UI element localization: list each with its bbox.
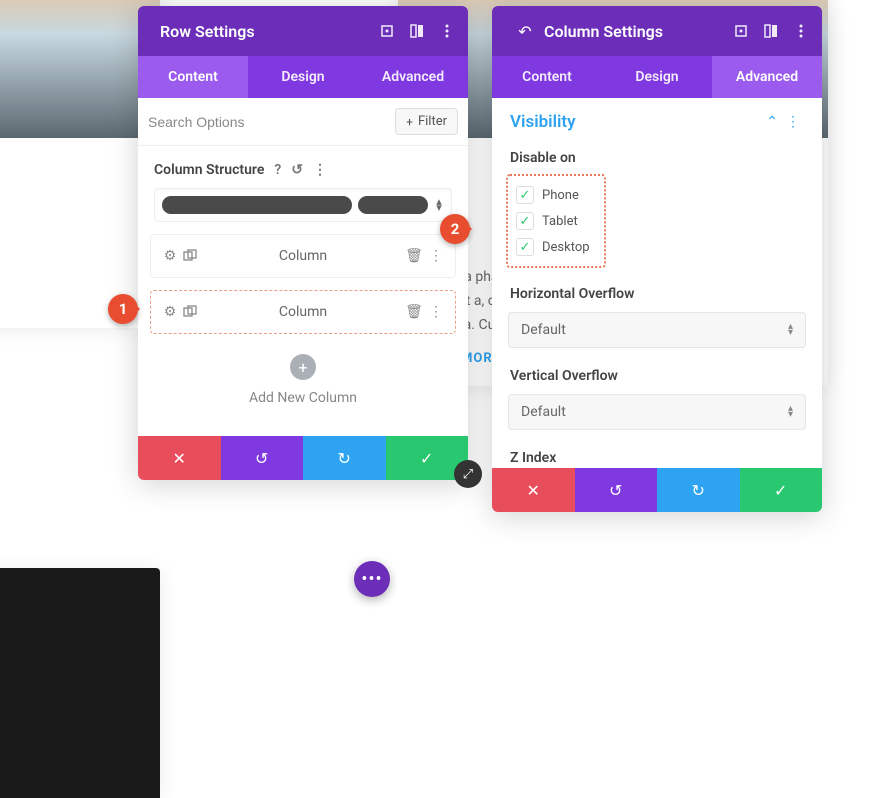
disable-on-group: ✓ Phone ✓ Tablet ✓ Desktop bbox=[506, 174, 606, 268]
resize-handle-icon[interactable]: ⤢ bbox=[454, 460, 482, 488]
panel-header: Row Settings bbox=[138, 6, 468, 56]
h-overflow-select[interactable]: Default ▴▾ bbox=[508, 312, 806, 348]
redo-button[interactable]: ↻ bbox=[303, 436, 386, 480]
checkbox[interactable]: ✓ bbox=[516, 238, 534, 256]
add-column-label: Add New Column bbox=[138, 390, 468, 406]
panel-footer: ✕ ↺ ↻ ✓ bbox=[138, 436, 468, 480]
v-overflow-label: Vertical Overflow bbox=[492, 358, 822, 388]
snap-icon[interactable] bbox=[762, 22, 780, 40]
tab-design[interactable]: Design bbox=[248, 56, 358, 98]
help-icon[interactable]: ? bbox=[274, 162, 281, 178]
tab-content[interactable]: Content bbox=[492, 56, 602, 98]
column-settings-panel: ↶ Column Settings Content Design Advance… bbox=[492, 6, 822, 512]
group-header: Visibility ⌃ ⋮ bbox=[492, 98, 822, 140]
more-icon[interactable]: ⋮ bbox=[313, 162, 327, 178]
duplicate-icon[interactable] bbox=[183, 249, 201, 263]
checkbox-label: Desktop bbox=[542, 240, 590, 255]
blog-card-left: Gain More Clien Nov 20, 2019 | Busine su… bbox=[0, 0, 160, 328]
delete-icon[interactable]: 🗑 bbox=[405, 248, 423, 264]
disable-on-label: Disable on bbox=[492, 140, 822, 170]
search-row: + Filter bbox=[138, 98, 468, 146]
checkbox[interactable]: ✓ bbox=[516, 186, 534, 204]
column-item[interactable]: ⚙ Column 🗑 ⋮ bbox=[150, 290, 456, 334]
chevron-updown-icon: ▴▾ bbox=[788, 406, 793, 418]
select-value: Default bbox=[521, 322, 788, 338]
duplicate-icon[interactable] bbox=[183, 305, 201, 319]
column-item[interactable]: ⚙ Column 🗑 ⋮ bbox=[150, 234, 456, 278]
chevron-updown-icon: ▴▾ bbox=[788, 324, 793, 336]
panel-header: ↶ Column Settings bbox=[492, 6, 822, 56]
card-image bbox=[0, 568, 160, 798]
panel-title: Column Settings bbox=[536, 22, 732, 41]
checkbox-label: Phone bbox=[542, 188, 579, 203]
tabs: Content Design Advanced bbox=[492, 56, 822, 98]
zindex-label: Z Index bbox=[492, 440, 822, 468]
section-label-text: Column Structure bbox=[154, 162, 264, 178]
collapse-icon[interactable]: ⌃ bbox=[762, 114, 782, 130]
more-icon[interactable] bbox=[438, 22, 456, 40]
card-meta: Nov 20, 2019 | Busine bbox=[0, 183, 160, 208]
back-icon[interactable]: ↶ bbox=[514, 22, 536, 41]
annotation-marker-1: 1 bbox=[108, 294, 138, 324]
disable-tablet: ✓ Tablet bbox=[514, 208, 598, 234]
cancel-button[interactable]: ✕ bbox=[492, 468, 575, 512]
expand-icon[interactable] bbox=[732, 22, 750, 40]
checkbox[interactable]: ✓ bbox=[516, 212, 534, 230]
card-body: sum dolor sit amet, r accumsan tincidun … bbox=[0, 208, 160, 293]
column-structure-selector[interactable]: ▴▾ bbox=[154, 188, 452, 222]
group-title: Visibility bbox=[510, 112, 762, 132]
reset-icon[interactable]: ↺ bbox=[291, 162, 303, 178]
gear-icon[interactable]: ⚙ bbox=[161, 304, 179, 320]
disable-desktop: ✓ Desktop bbox=[514, 234, 598, 260]
card-title: Gain More Clien bbox=[0, 138, 160, 183]
add-column-button[interactable]: + bbox=[290, 354, 316, 380]
row-settings-panel: Row Settings Content Design Advanced + Fi… bbox=[138, 6, 468, 480]
column-label: Column bbox=[201, 248, 405, 264]
struct-bar bbox=[358, 196, 428, 214]
delete-icon[interactable]: 🗑 bbox=[405, 304, 423, 320]
tabs: Content Design Advanced bbox=[138, 56, 468, 98]
select-value: Default bbox=[521, 404, 788, 420]
filter-button[interactable]: + Filter bbox=[395, 108, 458, 135]
cancel-button[interactable]: ✕ bbox=[138, 436, 221, 480]
tab-design[interactable]: Design bbox=[602, 56, 712, 98]
tab-content[interactable]: Content bbox=[138, 56, 248, 98]
gear-icon[interactable]: ⚙ bbox=[161, 248, 179, 264]
plus-icon: + bbox=[406, 115, 413, 129]
column-label: Column bbox=[201, 304, 405, 320]
more-icon[interactable]: ⋮ bbox=[427, 304, 445, 320]
undo-button[interactable]: ↺ bbox=[221, 436, 304, 480]
undo-button[interactable]: ↺ bbox=[575, 468, 658, 512]
more-icon[interactable] bbox=[792, 22, 810, 40]
panel-footer: ✕ ↺ ↻ ✓ bbox=[492, 468, 822, 512]
column-structure-label: Column Structure ? ↺ ⋮ bbox=[138, 146, 468, 188]
struct-bar bbox=[162, 196, 352, 214]
redo-button[interactable]: ↻ bbox=[657, 468, 740, 512]
checkbox-label: Tablet bbox=[542, 214, 578, 229]
snap-icon[interactable] bbox=[408, 22, 426, 40]
tab-advanced[interactable]: Advanced bbox=[712, 56, 822, 98]
confirm-button[interactable]: ✓ bbox=[740, 468, 823, 512]
tab-advanced[interactable]: Advanced bbox=[358, 56, 468, 98]
h-overflow-label: Horizontal Overflow bbox=[492, 276, 822, 306]
blog-card-left-2 bbox=[0, 568, 160, 798]
search-input[interactable] bbox=[148, 108, 387, 135]
add-column: + Add New Column bbox=[138, 334, 468, 436]
chevron-updown-icon: ▴▾ bbox=[434, 196, 444, 214]
panel-title: Row Settings bbox=[160, 22, 378, 41]
more-icon[interactable]: ⋮ bbox=[782, 114, 804, 130]
annotation-marker-2: 2 bbox=[440, 214, 470, 244]
card-image bbox=[0, 0, 160, 138]
expand-icon[interactable] bbox=[378, 22, 396, 40]
v-overflow-select[interactable]: Default ▴▾ bbox=[508, 394, 806, 430]
more-icon[interactable]: ⋮ bbox=[427, 248, 445, 264]
page-actions-fab[interactable]: ••• bbox=[354, 561, 390, 597]
filter-label: Filter bbox=[418, 114, 447, 129]
disable-phone: ✓ Phone bbox=[514, 182, 598, 208]
